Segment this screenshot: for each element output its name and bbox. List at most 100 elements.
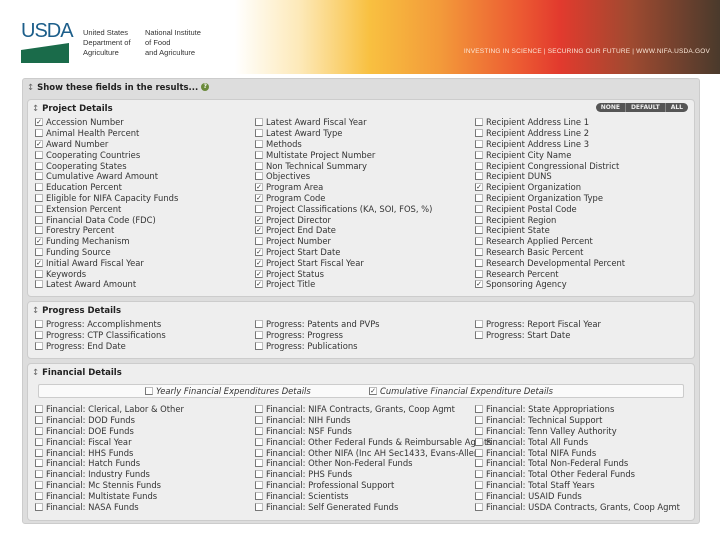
checked-checkbox-icon[interactable]: ✓ (255, 215, 263, 224)
checkbox-icon[interactable] (35, 280, 43, 289)
field-checkbox-row[interactable]: Progress: CTP Classifications (35, 330, 166, 341)
field-checkbox-row[interactable]: Financial: Other Non-Federal Funds (255, 458, 492, 469)
field-checkbox-row[interactable]: Non Technical Summary (255, 160, 432, 171)
checkbox-icon[interactable] (475, 405, 483, 414)
field-checkbox-row[interactable]: ✓ Project Start Date (255, 247, 432, 258)
field-checkbox-row[interactable]: ✓ Program Area (255, 182, 432, 193)
field-checkbox-row[interactable]: ✓ Funding Mechanism (35, 236, 178, 247)
field-checkbox-row[interactable]: Cooperating States (35, 160, 178, 171)
field-checkbox-row[interactable]: Cooperating Countries (35, 149, 178, 160)
field-checkbox-row[interactable]: Progress: Publications (255, 341, 380, 352)
field-checkbox-row[interactable]: Forestry Percent (35, 225, 178, 236)
checkbox-icon[interactable] (255, 204, 263, 213)
checkbox-icon[interactable] (255, 341, 263, 350)
field-checkbox-row[interactable]: Progress: Patents and PVPs (255, 319, 380, 330)
field-checkbox-row[interactable]: Financial: Total Staff Years (475, 480, 680, 491)
field-checkbox-row[interactable]: Financial: NASA Funds (35, 501, 184, 512)
checkbox-icon[interactable] (255, 161, 263, 170)
checkbox-icon[interactable] (35, 161, 43, 170)
help-icon[interactable]: ? (201, 83, 210, 91)
field-checkbox-row[interactable]: ✓ Recipient Organization (475, 182, 625, 193)
checkbox-icon[interactable] (255, 480, 263, 489)
checked-checkbox-icon[interactable]: ✓ (255, 183, 263, 192)
checkbox-icon[interactable] (475, 331, 483, 340)
checkbox-icon[interactable] (475, 269, 483, 278)
checkbox-icon[interactable] (475, 448, 483, 457)
checkbox-icon[interactable] (255, 459, 263, 468)
checkbox-icon[interactable] (475, 416, 483, 425)
checkbox-icon[interactable] (35, 183, 43, 192)
checkbox-icon[interactable] (255, 320, 263, 329)
checkbox-icon[interactable] (35, 470, 43, 479)
checkbox-icon[interactable] (475, 470, 483, 479)
checkbox-icon[interactable] (255, 502, 263, 511)
checkbox-icon[interactable] (475, 491, 483, 500)
field-checkbox-row[interactable]: ✓ Project Start Fiscal Year (255, 257, 432, 268)
field-checkbox-row[interactable]: Financial: NSF Funds (255, 426, 492, 437)
checked-checkbox-icon[interactable]: ✓ (255, 193, 263, 202)
field-checkbox-row[interactable]: Financial: NIH Funds (255, 415, 492, 426)
field-checkbox-row[interactable]: Research Applied Percent (475, 236, 625, 247)
field-checkbox-row[interactable]: Recipient Address Line 1 (475, 117, 625, 128)
field-checkbox-row[interactable]: Financial: Other NIFA (Inc AH Sec1433, E… (255, 447, 492, 458)
field-checkbox-row[interactable]: Financial: Clerical, Labor & Other (35, 404, 184, 415)
field-checkbox-row[interactable]: Research Developmental Percent (475, 257, 625, 268)
field-checkbox-row[interactable]: Financial: NIFA Contracts, Grants, Coop … (255, 404, 492, 415)
field-checkbox-row[interactable]: Education Percent (35, 182, 178, 193)
checked-checkbox-icon[interactable]: ✓ (255, 269, 263, 278)
field-checkbox-row[interactable]: Multistate Project Number (255, 149, 432, 160)
checkbox-icon[interactable] (35, 150, 43, 159)
checkbox-icon[interactable]: ✓ (369, 387, 377, 396)
cumulative-expenditures-checkbox[interactable]: ✓ Cumulative Financial Expenditure Detail… (369, 386, 553, 397)
field-checkbox-row[interactable]: ✓ Award Number (35, 139, 178, 150)
collapse-toggle-icon[interactable]: ↕ (27, 83, 34, 93)
checked-checkbox-icon[interactable]: ✓ (255, 258, 263, 267)
checked-checkbox-icon[interactable]: ✓ (255, 226, 263, 235)
field-checkbox-row[interactable]: Financial: Other Federal Funds & Reimbur… (255, 436, 492, 447)
checkbox-icon[interactable] (475, 237, 483, 246)
checkbox-icon[interactable] (35, 193, 43, 202)
checkbox-icon[interactable] (35, 491, 43, 500)
checkbox-icon[interactable] (255, 129, 263, 138)
field-checkbox-row[interactable]: ✓ Program Code (255, 193, 432, 204)
field-checkbox-row[interactable]: Project Number (255, 236, 432, 247)
field-checkbox-row[interactable]: Research Basic Percent (475, 247, 625, 258)
checkbox-icon[interactable] (255, 448, 263, 457)
field-checkbox-row[interactable]: Latest Award Amount (35, 279, 178, 290)
collapse-toggle-icon[interactable]: ↕ (32, 368, 39, 378)
checkbox-icon[interactable] (35, 226, 43, 235)
field-checkbox-row[interactable]: ✓ Project Title (255, 279, 432, 290)
checkbox-icon[interactable] (35, 172, 43, 181)
field-checkbox-row[interactable]: Methods (255, 139, 432, 150)
checkbox-icon[interactable] (475, 426, 483, 435)
field-checkbox-row[interactable]: Recipient City Name (475, 149, 625, 160)
checkbox-icon[interactable] (475, 215, 483, 224)
checkbox-icon[interactable] (475, 193, 483, 202)
field-checkbox-row[interactable]: ✓ Initial Award Fiscal Year (35, 257, 178, 268)
checked-checkbox-icon[interactable]: ✓ (35, 237, 43, 246)
field-checkbox-row[interactable]: ✓ Accession Number (35, 117, 178, 128)
field-checkbox-row[interactable]: Financial: Multistate Funds (35, 490, 184, 501)
field-checkbox-row[interactable]: ✓ Project Director (255, 214, 432, 225)
field-checkbox-row[interactable]: Financial: Self Generated Funds (255, 501, 492, 512)
checked-checkbox-icon[interactable]: ✓ (255, 280, 263, 289)
checkbox-icon[interactable] (475, 129, 483, 138)
checkbox-icon[interactable] (145, 387, 153, 396)
checked-checkbox-icon[interactable]: ✓ (475, 183, 483, 192)
checkbox-icon[interactable] (255, 470, 263, 479)
field-checkbox-row[interactable]: Financial: Mc Stennis Funds (35, 480, 184, 491)
checkbox-icon[interactable] (35, 459, 43, 468)
collapse-toggle-icon[interactable]: ↕ (32, 104, 39, 114)
field-checkbox-row[interactable]: Financial: Tenn Valley Authority (475, 426, 680, 437)
field-checkbox-row[interactable]: Recipient Address Line 2 (475, 128, 625, 139)
field-checkbox-row[interactable]: Extension Percent (35, 203, 178, 214)
field-checkbox-row[interactable]: Financial: Hatch Funds (35, 458, 184, 469)
checkbox-icon[interactable] (255, 237, 263, 246)
field-checkbox-row[interactable]: Progress: Progress (255, 330, 380, 341)
project-details-title[interactable]: ↕ Project Details (32, 104, 113, 114)
default-button[interactable]: DEFAULT (624, 103, 665, 112)
field-checkbox-row[interactable]: Keywords (35, 268, 178, 279)
checkbox-icon[interactable] (475, 139, 483, 148)
checkbox-icon[interactable] (475, 459, 483, 468)
field-checkbox-row[interactable]: Financial Data Code (FDC) (35, 214, 178, 225)
